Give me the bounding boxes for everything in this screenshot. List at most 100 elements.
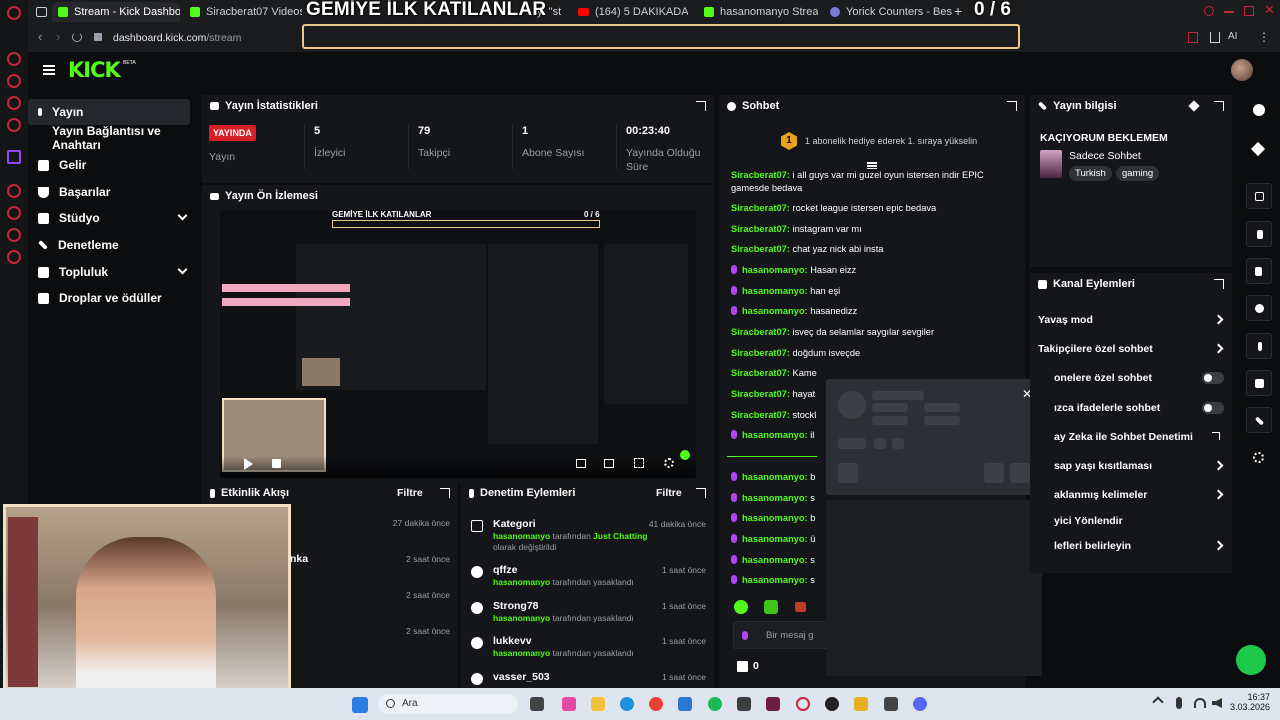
action-slow-mode[interactable]: Yavaş mod: [1038, 310, 1224, 330]
action-emotes-only[interactable]: ızca ifadelerle sohbet: [1038, 398, 1224, 418]
sidebar-item-stream-key[interactable]: Yayın Bağlantısı ve Anahtarı: [28, 124, 198, 152]
twitch-icon[interactable]: [7, 150, 21, 164]
sidebar-app-icon[interactable]: [7, 96, 21, 110]
shortcut-button-bolt[interactable]: [1246, 221, 1272, 247]
app-icon[interactable]: [884, 697, 898, 711]
shortcut-button-log[interactable]: [1246, 258, 1272, 284]
shortcut-button-chat[interactable]: [1246, 295, 1272, 321]
file-explorer-icon[interactable]: [591, 697, 605, 711]
action-account-age[interactable]: sap yaşı kısıtlaması: [1038, 456, 1224, 476]
sidebar-item-basarilar[interactable]: Başarılar: [28, 179, 190, 205]
tab-yorick[interactable]: Yorick Counters - Best & W: [824, 2, 952, 22]
action-ai-moderation[interactable]: ay Zeka ile Sohbet Denetimi: [1038, 427, 1224, 447]
more-widgets-icon[interactable]: [1253, 452, 1264, 463]
sidebar-app-icon[interactable]: [7, 118, 21, 132]
emote-icon[interactable]: [764, 600, 778, 614]
edit-icon[interactable]: [1250, 141, 1266, 157]
store-icon[interactable]: [737, 661, 748, 672]
sidebar-item-droplar[interactable]: Droplar ve ödüller: [28, 285, 190, 311]
expand-icon[interactable]: [440, 488, 450, 498]
pip-icon[interactable]: [576, 459, 586, 468]
reload-icon[interactable]: [72, 32, 82, 42]
spotify-icon[interactable]: [708, 697, 722, 711]
expand-icon[interactable]: [696, 488, 706, 498]
minimize-icon[interactable]: [1224, 11, 1234, 13]
wifi-icon[interactable]: [1194, 698, 1206, 708]
action-set-goals[interactable]: lefleri belirleyin: [1038, 536, 1224, 556]
chat-input[interactable]: Bir mesaj g: [733, 621, 833, 649]
kick-logo[interactable]: KICK: [68, 58, 121, 82]
search-icon[interactable]: [1204, 6, 1214, 16]
action-banned-words[interactable]: aklanmış kelimeler: [1038, 485, 1224, 505]
app-icon[interactable]: [737, 697, 751, 711]
app-icon[interactable]: [766, 697, 780, 711]
sidebar-app-icon[interactable]: [7, 74, 21, 88]
sidebar-item-studyo[interactable]: Stüdyo: [28, 205, 190, 231]
avatar[interactable]: [1231, 59, 1253, 81]
close-icon[interactable]: ✕: [1264, 2, 1275, 18]
edge-icon[interactable]: [620, 697, 634, 711]
expand-icon[interactable]: [1007, 101, 1017, 111]
toggle-switch[interactable]: [1202, 372, 1224, 384]
discord-icon[interactable]: [913, 697, 927, 711]
tab-kick-dashboard[interactable]: Stream - Kick Dashboard: [52, 2, 180, 22]
opera-logo-icon[interactable]: [7, 6, 21, 20]
stream-preview-video[interactable]: GEMİYE İLK KATILANLAR 0 / 6: [220, 210, 696, 478]
store-icon[interactable]: [678, 697, 692, 711]
expand-icon[interactable]: [1214, 101, 1224, 111]
emote-icon[interactable]: [734, 600, 748, 614]
sidebar-app-icon[interactable]: [7, 52, 21, 66]
download-icon[interactable]: [1210, 32, 1220, 43]
obs-icon[interactable]: [825, 697, 839, 711]
opera-icon[interactable]: [796, 697, 810, 711]
tab-list-icon[interactable]: [36, 7, 47, 17]
sidebar-item-denetleme[interactable]: Denetleme: [28, 232, 190, 258]
expand-icon[interactable]: [696, 101, 706, 111]
help-button[interactable]: [1236, 645, 1266, 675]
taskbar-search[interactable]: Ara: [378, 694, 518, 714]
forward-icon[interactable]: ›: [56, 29, 60, 44]
filter-button[interactable]: Filtre: [656, 487, 682, 499]
emote-icon[interactable]: [795, 602, 806, 612]
mic-icon[interactable]: [1176, 697, 1182, 709]
tab-youtube[interactable]: (164) 5 DAKIKADA DOYUR: [572, 2, 688, 22]
sidebar-app-icon[interactable]: [7, 228, 21, 242]
filter-button[interactable]: Filtre: [397, 487, 423, 499]
category-name[interactable]: Sadece Sohbet: [1069, 150, 1141, 162]
shortcut-button-broadcast[interactable]: [1246, 333, 1272, 359]
gear-icon[interactable]: [664, 458, 674, 468]
chevron-up-icon[interactable]: [1152, 696, 1164, 708]
snapshot-icon[interactable]: [1188, 32, 1198, 43]
back-icon[interactable]: ‹: [38, 29, 42, 44]
hamburger-menu-icon[interactable]: [43, 65, 55, 67]
action-subs-only[interactable]: onelere özel sohbet: [1038, 368, 1224, 388]
shortcut-button-wrench[interactable]: [1246, 407, 1272, 433]
chrome-icon[interactable]: [649, 697, 663, 711]
action-redirect-viewers[interactable]: yici Yönlendir: [1038, 511, 1224, 531]
settings-icon[interactable]: [7, 250, 21, 264]
url-field[interactable]: dashboard.kick.com/stream: [113, 32, 241, 44]
shortcut-button-scan[interactable]: [1246, 183, 1272, 209]
task-view-icon[interactable]: [530, 697, 544, 711]
app-icon[interactable]: [854, 697, 868, 711]
sidebar-item-topluluk[interactable]: Topluluk: [28, 259, 190, 285]
ai-button[interactable]: AI: [1228, 31, 1237, 42]
volume-icon[interactable]: [1212, 698, 1222, 708]
toggle-switch[interactable]: [1202, 402, 1224, 414]
new-tab-button[interactable]: +: [954, 3, 962, 19]
play-icon[interactable]: [244, 458, 253, 470]
theater-icon[interactable]: [604, 459, 614, 468]
action-followers-only[interactable]: Takipçilere özel sohbet: [1038, 339, 1224, 359]
info-icon[interactable]: [1253, 104, 1265, 116]
sidebar-app-icon[interactable]: [7, 184, 21, 198]
chat-filter-icon[interactable]: [867, 162, 877, 164]
copilot-icon[interactable]: [562, 697, 576, 711]
tab-siracberat-videos[interactable]: Siracberat07 Videos - Wa: [184, 2, 302, 22]
tab-hasanomanyo[interactable]: hasanomanyo Stream - W: [698, 2, 818, 22]
menu-icon[interactable]: ⋮: [1258, 30, 1270, 44]
shortcut-button-layout[interactable]: [1246, 370, 1272, 396]
sidebar-item-yayin[interactable]: Yayın: [28, 99, 190, 125]
windows-start-icon[interactable]: [352, 697, 368, 713]
sidebar-item-gelir[interactable]: Gelir: [28, 152, 190, 178]
fullscreen-icon[interactable]: [634, 458, 644, 468]
